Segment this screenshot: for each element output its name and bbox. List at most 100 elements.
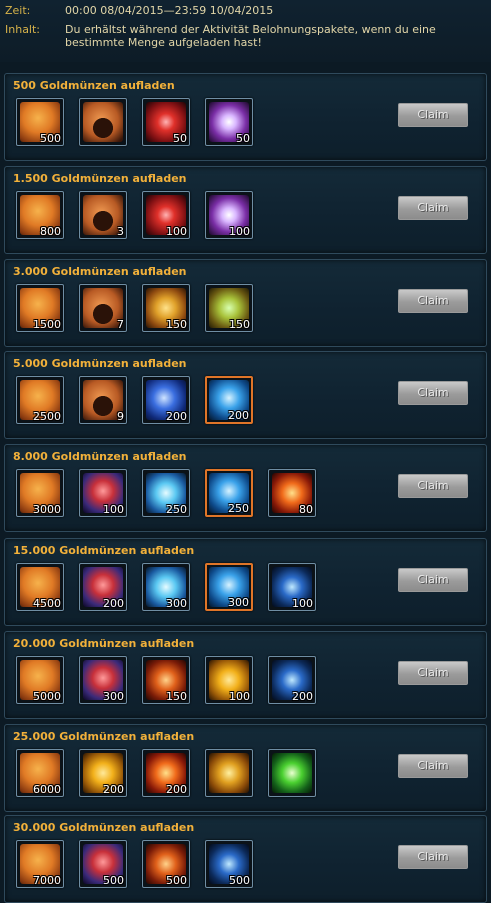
item-quantity: 800 <box>40 225 61 238</box>
claim-button[interactable]: Claim <box>398 103 468 127</box>
tier-title: 500 Goldmünzen aufladen <box>13 79 175 92</box>
item-quantity: 150 <box>166 318 187 331</box>
item-quantity: 50 <box>173 132 187 145</box>
reward-item-slot[interactable]: 500 <box>16 98 64 146</box>
item-quantity: 100 <box>229 690 250 703</box>
item-quantity: 150 <box>229 318 250 331</box>
reward-item-slot[interactable]: 200 <box>142 376 190 424</box>
reward-item-slot[interactable]: 500 <box>205 840 253 888</box>
reward-tier: 500 Goldmünzen aufladen 500 50 50 Claim <box>4 73 487 161</box>
item-quantity: 100 <box>103 503 124 516</box>
claim-button[interactable]: Claim <box>398 661 468 685</box>
reward-tier: 8.000 Goldmünzen aufladen 3000 100 250 250 80… <box>4 444 487 532</box>
claim-button[interactable]: Claim <box>398 568 468 592</box>
reward-item-slot[interactable]: 200 <box>205 376 253 424</box>
reward-item-slot[interactable]: 150 <box>205 284 253 332</box>
item-quantity: 250 <box>166 503 187 516</box>
reward-item-slot[interactable]: 7000 <box>16 840 64 888</box>
item-quantity: 9 <box>117 410 124 423</box>
content-value: Du erhältst während der Aktivität Belohn… <box>65 23 436 49</box>
reward-item-slot[interactable]: 100 <box>205 656 253 704</box>
reward-tier: 15.000 Goldmünzen aufladen 4500 200 300 300 1… <box>4 538 487 626</box>
reward-item-slot[interactable]: 7 <box>79 284 127 332</box>
claim-button[interactable]: Claim <box>398 381 468 405</box>
reward-item-slot[interactable] <box>79 98 127 146</box>
item-quantity: 1500 <box>33 318 61 331</box>
item-quantity: 300 <box>228 596 249 609</box>
reward-item-slot[interactable]: 100 <box>268 563 316 611</box>
item-quantity: 100 <box>229 225 250 238</box>
item-quantity: 3 <box>117 225 124 238</box>
tier-title: 15.000 Goldmünzen aufladen <box>13 544 195 557</box>
time-label: Zeit: <box>5 4 31 17</box>
reward-item-slot[interactable]: 300 <box>205 563 253 611</box>
tier-title: 25.000 Goldmünzen aufladen <box>13 730 195 743</box>
reward-item-slot[interactable]: 150 <box>142 284 190 332</box>
event-info-header: Zeit: 00:00 08/04/2015—23:59 10/04/2015 … <box>0 0 491 62</box>
item-quantity: 500 <box>166 874 187 887</box>
reward-item-slot[interactable] <box>268 749 316 797</box>
reward-item-slot[interactable]: 9 <box>79 376 127 424</box>
reward-item-slot[interactable]: 6000 <box>16 749 64 797</box>
reward-tier: 20.000 Goldmünzen aufladen 5000 300 150 100 2… <box>4 631 487 719</box>
reward-item-slot[interactable]: 250 <box>142 469 190 517</box>
reward-item-slot[interactable]: 800 <box>16 191 64 239</box>
reward-item-slot[interactable]: 300 <box>79 656 127 704</box>
reward-item-slot[interactable]: 300 <box>142 563 190 611</box>
amber-gem-icon <box>209 753 249 793</box>
reward-item-slot[interactable]: 200 <box>79 749 127 797</box>
reward-item-slot[interactable]: 500 <box>79 840 127 888</box>
reward-item-slot[interactable]: 1500 <box>16 284 64 332</box>
tier-title: 3.000 Goldmünzen aufladen <box>13 265 187 278</box>
reward-item-slot[interactable]: 5000 <box>16 656 64 704</box>
item-quantity: 4500 <box>33 597 61 610</box>
item-quantity: 7000 <box>33 874 61 887</box>
item-quantity: 2500 <box>33 410 61 423</box>
claim-button[interactable]: Claim <box>398 196 468 220</box>
item-quantity: 200 <box>103 597 124 610</box>
reward-item-slot[interactable]: 50 <box>205 98 253 146</box>
item-quantity: 500 <box>40 132 61 145</box>
item-quantity: 5000 <box>33 690 61 703</box>
item-quantity: 200 <box>166 783 187 796</box>
reward-item-slot[interactable]: 80 <box>268 469 316 517</box>
time-value: 00:00 08/04/2015—23:59 10/04/2015 <box>65 4 274 17</box>
reward-item-slot[interactable]: 150 <box>142 656 190 704</box>
reward-tier: 3.000 Goldmünzen aufladen 1500 7 150 150 Clai… <box>4 259 487 347</box>
reward-item-slot[interactable]: 3000 <box>16 469 64 517</box>
tier-title: 8.000 Goldmünzen aufladen <box>13 450 187 463</box>
green-orb-icon <box>272 753 312 793</box>
claim-button[interactable]: Claim <box>398 845 468 869</box>
claim-button[interactable]: Claim <box>398 754 468 778</box>
item-quantity: 100 <box>166 225 187 238</box>
reward-item-slot[interactable]: 200 <box>268 656 316 704</box>
item-quantity: 150 <box>166 690 187 703</box>
reward-tier: 5.000 Goldmünzen aufladen 2500 9 200 200 Clai… <box>4 351 487 439</box>
item-quantity: 200 <box>228 409 249 422</box>
item-quantity: 7 <box>117 318 124 331</box>
reward-item-slot[interactable]: 200 <box>142 749 190 797</box>
reward-item-slot[interactable]: 100 <box>205 191 253 239</box>
claim-button[interactable]: Claim <box>398 289 468 313</box>
reward-item-slot[interactable]: 250 <box>205 469 253 517</box>
item-quantity: 100 <box>292 597 313 610</box>
content-label: Inhalt: <box>5 23 41 36</box>
tier-title: 30.000 Goldmünzen aufladen <box>13 821 195 834</box>
reward-item-slot[interactable]: 50 <box>142 98 190 146</box>
reward-item-slot[interactable]: 500 <box>142 840 190 888</box>
reward-item-slot[interactable] <box>205 749 253 797</box>
item-quantity: 3000 <box>33 503 61 516</box>
item-quantity: 50 <box>236 132 250 145</box>
reward-tier: 30.000 Goldmünzen aufladen 7000 500 500 500 C… <box>4 815 487 903</box>
reward-item-slot[interactable]: 100 <box>142 191 190 239</box>
tier-title: 20.000 Goldmünzen aufladen <box>13 637 195 650</box>
item-quantity: 6000 <box>33 783 61 796</box>
item-quantity: 500 <box>229 874 250 887</box>
reward-item-slot[interactable]: 2500 <box>16 376 64 424</box>
reward-item-slot[interactable]: 3 <box>79 191 127 239</box>
item-quantity: 200 <box>103 783 124 796</box>
reward-item-slot[interactable]: 100 <box>79 469 127 517</box>
claim-button[interactable]: Claim <box>398 474 468 498</box>
reward-item-slot[interactable]: 200 <box>79 563 127 611</box>
reward-item-slot[interactable]: 4500 <box>16 563 64 611</box>
